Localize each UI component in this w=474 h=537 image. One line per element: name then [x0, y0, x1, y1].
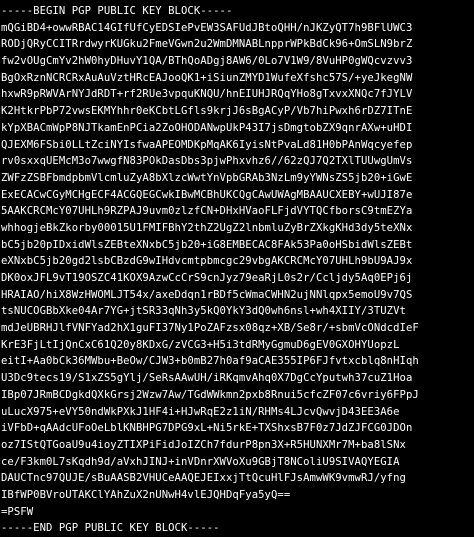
- key-line: eXNxbC5jb20gd2lsbCBzdG9wIHdvcmtpbmcgc29v…: [1, 255, 413, 268]
- key-line: QJEXM6FSbi0LLtZciNYIsfwaAPEOMDKpMqAK6Iyi…: [1, 138, 413, 151]
- key-line: DK0oxJFL9vT19OSZC41KOX9AzwCcCrS9cnJyz79e…: [1, 272, 413, 284]
- key-line: 5AAKCRCMcY07UHLh9RZPAJ9uvm0zlzfCN+DHxHVa…: [1, 205, 413, 218]
- key-line: DAUCTnc97QUJE/sBuAASB2VHUCeAAQEJEIxxjTtQ…: [1, 472, 406, 485]
- key-line: BgOxRznNCRCRxAuAuVztHRcEAJooQK1+iSiunZMY…: [1, 71, 413, 84]
- key-line: whhogjeBkZkorby00015U1FMIFBhY2thZ2UgZ2ln…: [1, 221, 413, 234]
- key-line: fw2vOUgCmYv2hW0hyDHuvY1QA/BThQoADgj8AW6/…: [1, 55, 413, 68]
- key-line: KrE3FjLtIjQnCxC61Q20y8KDxG/zVCG3+H5i3tdR…: [1, 338, 400, 351]
- key-line: tsNUCOGBbXke04Ar7YG+jtSR33qNh3y5kQ0YkY3d…: [1, 305, 406, 318]
- pgp-end-marker: -----END PGP PUBLIC KEY BLOCK-----: [1, 522, 220, 535]
- key-line: RODjQRyCCITRrdwyrKUGku2FmeVGwn2u2WmDMNAB…: [1, 38, 413, 51]
- key-line: ZWFzZSBFbmdpbmVlcmluZyA8bXlzcWwtYnVpbGRA…: [1, 171, 413, 184]
- key-line: oz7IStQTGoaU9u4ioyZTIXPiFidJoIZCh7fdurP8…: [1, 438, 406, 451]
- key-line: U3Dc9tecs19/S1xZS5gYlj/SeRsAAwUH/iRKqmvA…: [1, 372, 413, 385]
- key-line: mQGiBD4+owwRBAC14GIfUfCyEDSIePvEW3SAFUdJ…: [1, 21, 413, 34]
- pgp-begin-marker: -----BEGIN PGP PUBLIC KEY BLOCK-----: [1, 5, 233, 17]
- key-line: kYpXBACmWpP8NJTkamEnPCia2ZoOHODANwpUkP43…: [1, 121, 413, 134]
- key-line: rv0sxxqUEMcM3o7wwgfN83POkDasDbs3pjwPhxvh…: [1, 155, 413, 168]
- key-line: eitI+Aa0bCk36MWbu+BeOw/CJW3+b0mB27h0af9a…: [1, 355, 419, 368]
- key-line: K2HtkrPbP72vwsEKMYhhr0eKCbtLGfls9krjJ6sB…: [1, 105, 413, 118]
- key-line: iVFbD+qAAdcUFoOeLblKNBHPG7DPG9xL+Ni5rkE+…: [1, 422, 413, 435]
- key-line: mdJeUBRHJlfVNFYad2hX1guFI37Ny1PoZAFzsx08…: [1, 322, 419, 335]
- key-checksum: =PSFW: [1, 505, 34, 518]
- key-line: ExECACwCGyMCHgECF4ACGQEGCwkIBwMCBhUKCQgC…: [1, 188, 413, 201]
- key-line: uLucX975+eVY50ndWkPXkJ1HF4i+HJwRqE2z1iN/…: [1, 405, 400, 418]
- key-line: HRAIAO/hiX8WzHWOMLJT54x/axeDdqn1rBDf5cWm…: [1, 288, 413, 301]
- key-line: hxwR9pRWVArNYJdRDT+rf2RUe3vpquKNQU/hnEIU…: [1, 88, 413, 101]
- key-line: bC5jb20pIDxidWlsZEBteXNxbC5jb20+iG8EMBEC…: [1, 238, 413, 251]
- terminal-window: -----BEGIN PGP PUBLIC KEY BLOCK----- mQG…: [0, 0, 474, 534]
- key-line: ce/F3km0L7sKqdh9d/aVxhJINJ+inVDnrXWVoXu9…: [1, 455, 400, 468]
- key-line: IBp07JRmBCDgkdQXkGrsj2Wzw7Aw/TGdWWkmn2px…: [1, 388, 419, 401]
- key-line: IBfWP0BVroUTAKClYAhZuX2nUNwH4vlEJQHDqFya…: [1, 488, 291, 501]
